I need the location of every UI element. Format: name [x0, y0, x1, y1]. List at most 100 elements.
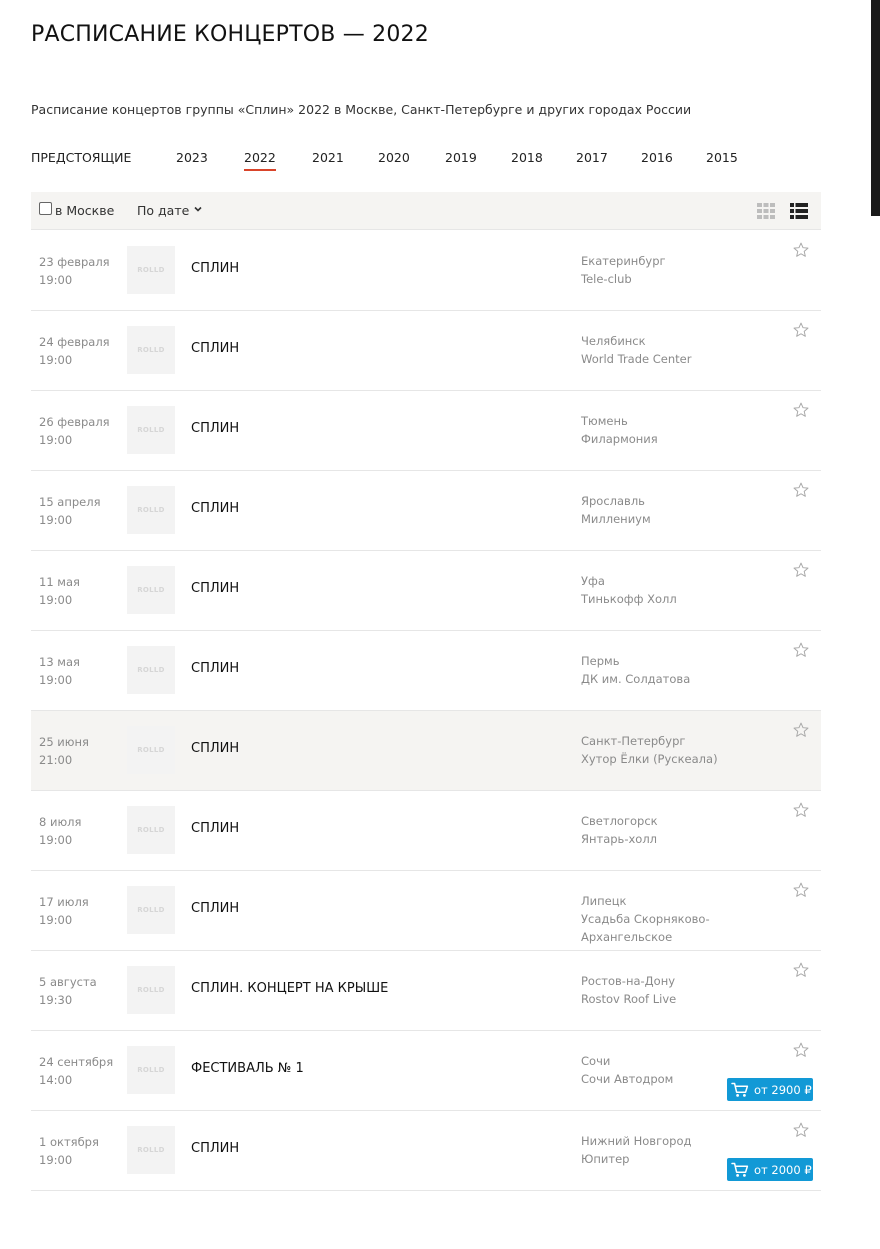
concert-row[interactable]: 13 мая 19:00 ROLLD СПЛИН Пермь ДК им. Солдато… — [31, 631, 821, 711]
concert-row[interactable]: 1 октября 19:00 ROLLD СПЛИН Нижний Новгород Ю… — [31, 1111, 821, 1191]
concert-title[interactable]: СПЛИН — [191, 661, 239, 676]
concert-city: Светлогорск — [581, 814, 658, 828]
concert-venue[interactable]: Rostov Roof Live — [581, 990, 721, 1008]
concert-row[interactable]: 24 сентября 14:00 ROLLD ФЕСТИВАЛЬ № 1 Сочи Со… — [31, 1031, 821, 1111]
concert-venue[interactable]: Юпитер — [581, 1150, 721, 1168]
ticket-price: от 2000 ₽ — [754, 1162, 812, 1177]
concert-datetime: 26 февраля 19:00 — [39, 413, 110, 449]
concert-title[interactable]: СПЛИН — [191, 821, 239, 836]
concert-thumbnail[interactable]: ROLLD — [127, 726, 175, 774]
concert-date: 17 июля — [39, 895, 89, 909]
star-icon[interactable] — [792, 241, 810, 259]
star-icon[interactable] — [792, 1121, 810, 1139]
concert-venue[interactable]: Хутор Ёлки (Рускеала) — [581, 750, 721, 768]
concert-row[interactable]: 15 апреля 19:00 ROLLD СПЛИН Ярославль Миллени… — [31, 471, 821, 551]
concert-date: 5 августа — [39, 975, 97, 989]
concert-venue[interactable]: Сочи Автодром — [581, 1070, 721, 1088]
star-icon[interactable] — [792, 1041, 810, 1059]
concert-title[interactable]: СПЛИН — [191, 341, 239, 356]
star-icon[interactable] — [792, 721, 810, 739]
buy-ticket-button[interactable]: от 2900 ₽ — [727, 1078, 813, 1101]
concert-row[interactable]: 24 февраля 19:00 ROLLD СПЛИН Челябинск World … — [31, 311, 821, 391]
concert-venue[interactable]: ДК им. Солдатова — [581, 670, 721, 688]
concert-place: Уфа Тинькофф Холл — [581, 572, 721, 608]
concert-row[interactable]: 25 июня 21:00 ROLLD СПЛИН Санкт-Петербург Хут… — [31, 711, 821, 791]
tab-2021[interactable]: 2021 — [312, 150, 344, 165]
sort-select[interactable]: По дате — [137, 203, 189, 218]
concert-thumbnail[interactable]: ROLLD — [127, 806, 175, 854]
concert-datetime: 8 июля 19:00 — [39, 813, 81, 849]
concert-time: 14:00 — [39, 1073, 73, 1087]
concert-thumbnail[interactable]: ROLLD — [127, 1126, 175, 1174]
concert-thumbnail[interactable]: ROLLD — [127, 566, 175, 614]
tab-2018[interactable]: 2018 — [511, 150, 543, 165]
concert-row[interactable]: 8 июля 19:00 ROLLD СПЛИН Светлогорск Янтарь-х… — [31, 791, 821, 871]
star-icon[interactable] — [792, 481, 810, 499]
concert-title[interactable]: СПЛИН — [191, 421, 239, 436]
tab-2015[interactable]: 2015 — [706, 150, 738, 165]
star-icon[interactable] — [792, 881, 810, 899]
ticket-price: от 2900 ₽ — [754, 1082, 812, 1097]
concert-title[interactable]: СПЛИН — [191, 261, 239, 276]
tab-2017[interactable]: 2017 — [576, 150, 608, 165]
concert-city: Санкт-Петербург — [581, 734, 686, 748]
concert-venue[interactable]: Янтарь-холл — [581, 830, 721, 848]
moscow-checkbox-label[interactable]: в Москве — [55, 203, 114, 218]
concert-venue[interactable]: Усадьба Скорняково-Архангельское — [581, 910, 721, 946]
tab-2022[interactable]: 2022 — [244, 150, 276, 171]
concert-title[interactable]: СПЛИН — [191, 741, 239, 756]
tab-upcoming[interactable]: ПРЕДСТОЯЩИЕ — [31, 150, 131, 165]
tab-2019[interactable]: 2019 — [445, 150, 477, 165]
concert-venue[interactable]: Филармония — [581, 430, 721, 448]
moscow-checkbox[interactable] — [39, 202, 52, 215]
concert-thumbnail[interactable]: ROLLD — [127, 326, 175, 374]
chevron-down-icon[interactable] — [193, 204, 203, 214]
concert-city: Ростов-на-Дону — [581, 974, 676, 988]
buy-ticket-button[interactable]: от 2000 ₽ — [727, 1158, 813, 1181]
concert-thumbnail[interactable]: ROLLD — [127, 646, 175, 694]
concert-title[interactable]: ФЕСТИВАЛЬ № 1 — [191, 1061, 304, 1076]
concert-time: 19:00 — [39, 833, 73, 847]
star-icon[interactable] — [792, 801, 810, 819]
concert-venue[interactable]: Тинькофф Холл — [581, 590, 721, 608]
tab-2020[interactable]: 2020 — [378, 150, 410, 165]
concert-time: 19:00 — [39, 1153, 73, 1167]
concert-datetime: 24 февраля 19:00 — [39, 333, 110, 369]
star-icon[interactable] — [792, 961, 810, 979]
concert-datetime: 1 октября 19:00 — [39, 1133, 99, 1169]
concert-time: 19:00 — [39, 593, 73, 607]
star-icon[interactable] — [792, 321, 810, 339]
concert-venue[interactable]: Tele-club — [581, 270, 721, 288]
concert-thumbnail[interactable]: ROLLD — [127, 246, 175, 294]
concert-row[interactable]: 17 июля 19:00 ROLLD СПЛИН Липецк Усадьба Скор… — [31, 871, 821, 951]
concert-title[interactable]: СПЛИН — [191, 901, 239, 916]
concert-row[interactable]: 11 мая 19:00 ROLLD СПЛИН Уфа Тинькофф Холл — [31, 551, 821, 631]
concert-row[interactable]: 23 февраля 19:00 ROLLD СПЛИН Екатеринбург Tel… — [31, 231, 821, 311]
concert-title[interactable]: СПЛИН — [191, 581, 239, 596]
star-icon[interactable] — [792, 641, 810, 659]
concert-row[interactable]: 5 августа 19:30 ROLLD СПЛИН. КОНЦЕРТ НА КРЫ… — [31, 951, 821, 1031]
page-scrollbar[interactable] — [871, 0, 880, 216]
concert-place: Липецк Усадьба Скорняково-Архангельское — [581, 892, 721, 946]
concert-thumbnail[interactable]: ROLLD — [127, 966, 175, 1014]
concert-title[interactable]: СПЛИН — [191, 1141, 239, 1156]
concert-datetime: 5 августа 19:30 — [39, 973, 97, 1009]
list-view-icon[interactable] — [790, 203, 808, 219]
concert-title[interactable]: СПЛИН — [191, 501, 239, 516]
star-icon[interactable] — [792, 561, 810, 579]
tab-2023[interactable]: 2023 — [176, 150, 208, 165]
concert-venue[interactable]: Миллениум — [581, 510, 721, 528]
concert-city: Екатеринбург — [581, 254, 666, 268]
tab-2016[interactable]: 2016 — [641, 150, 673, 165]
grid-view-icon[interactable] — [757, 203, 775, 219]
concert-thumbnail[interactable]: ROLLD — [127, 486, 175, 534]
concert-title[interactable]: СПЛИН. КОНЦЕРТ НА КРЫШЕ — [191, 981, 388, 996]
concert-place: Пермь ДК им. Солдатова — [581, 652, 721, 688]
concert-place: Ярославль Миллениум — [581, 492, 721, 528]
concert-row[interactable]: 26 февраля 19:00 ROLLD СПЛИН Тюмень Филармони… — [31, 391, 821, 471]
star-icon[interactable] — [792, 401, 810, 419]
concert-venue[interactable]: World Trade Center — [581, 350, 721, 368]
concert-thumbnail[interactable]: ROLLD — [127, 1046, 175, 1094]
concert-thumbnail[interactable]: ROLLD — [127, 886, 175, 934]
concert-thumbnail[interactable]: ROLLD — [127, 406, 175, 454]
